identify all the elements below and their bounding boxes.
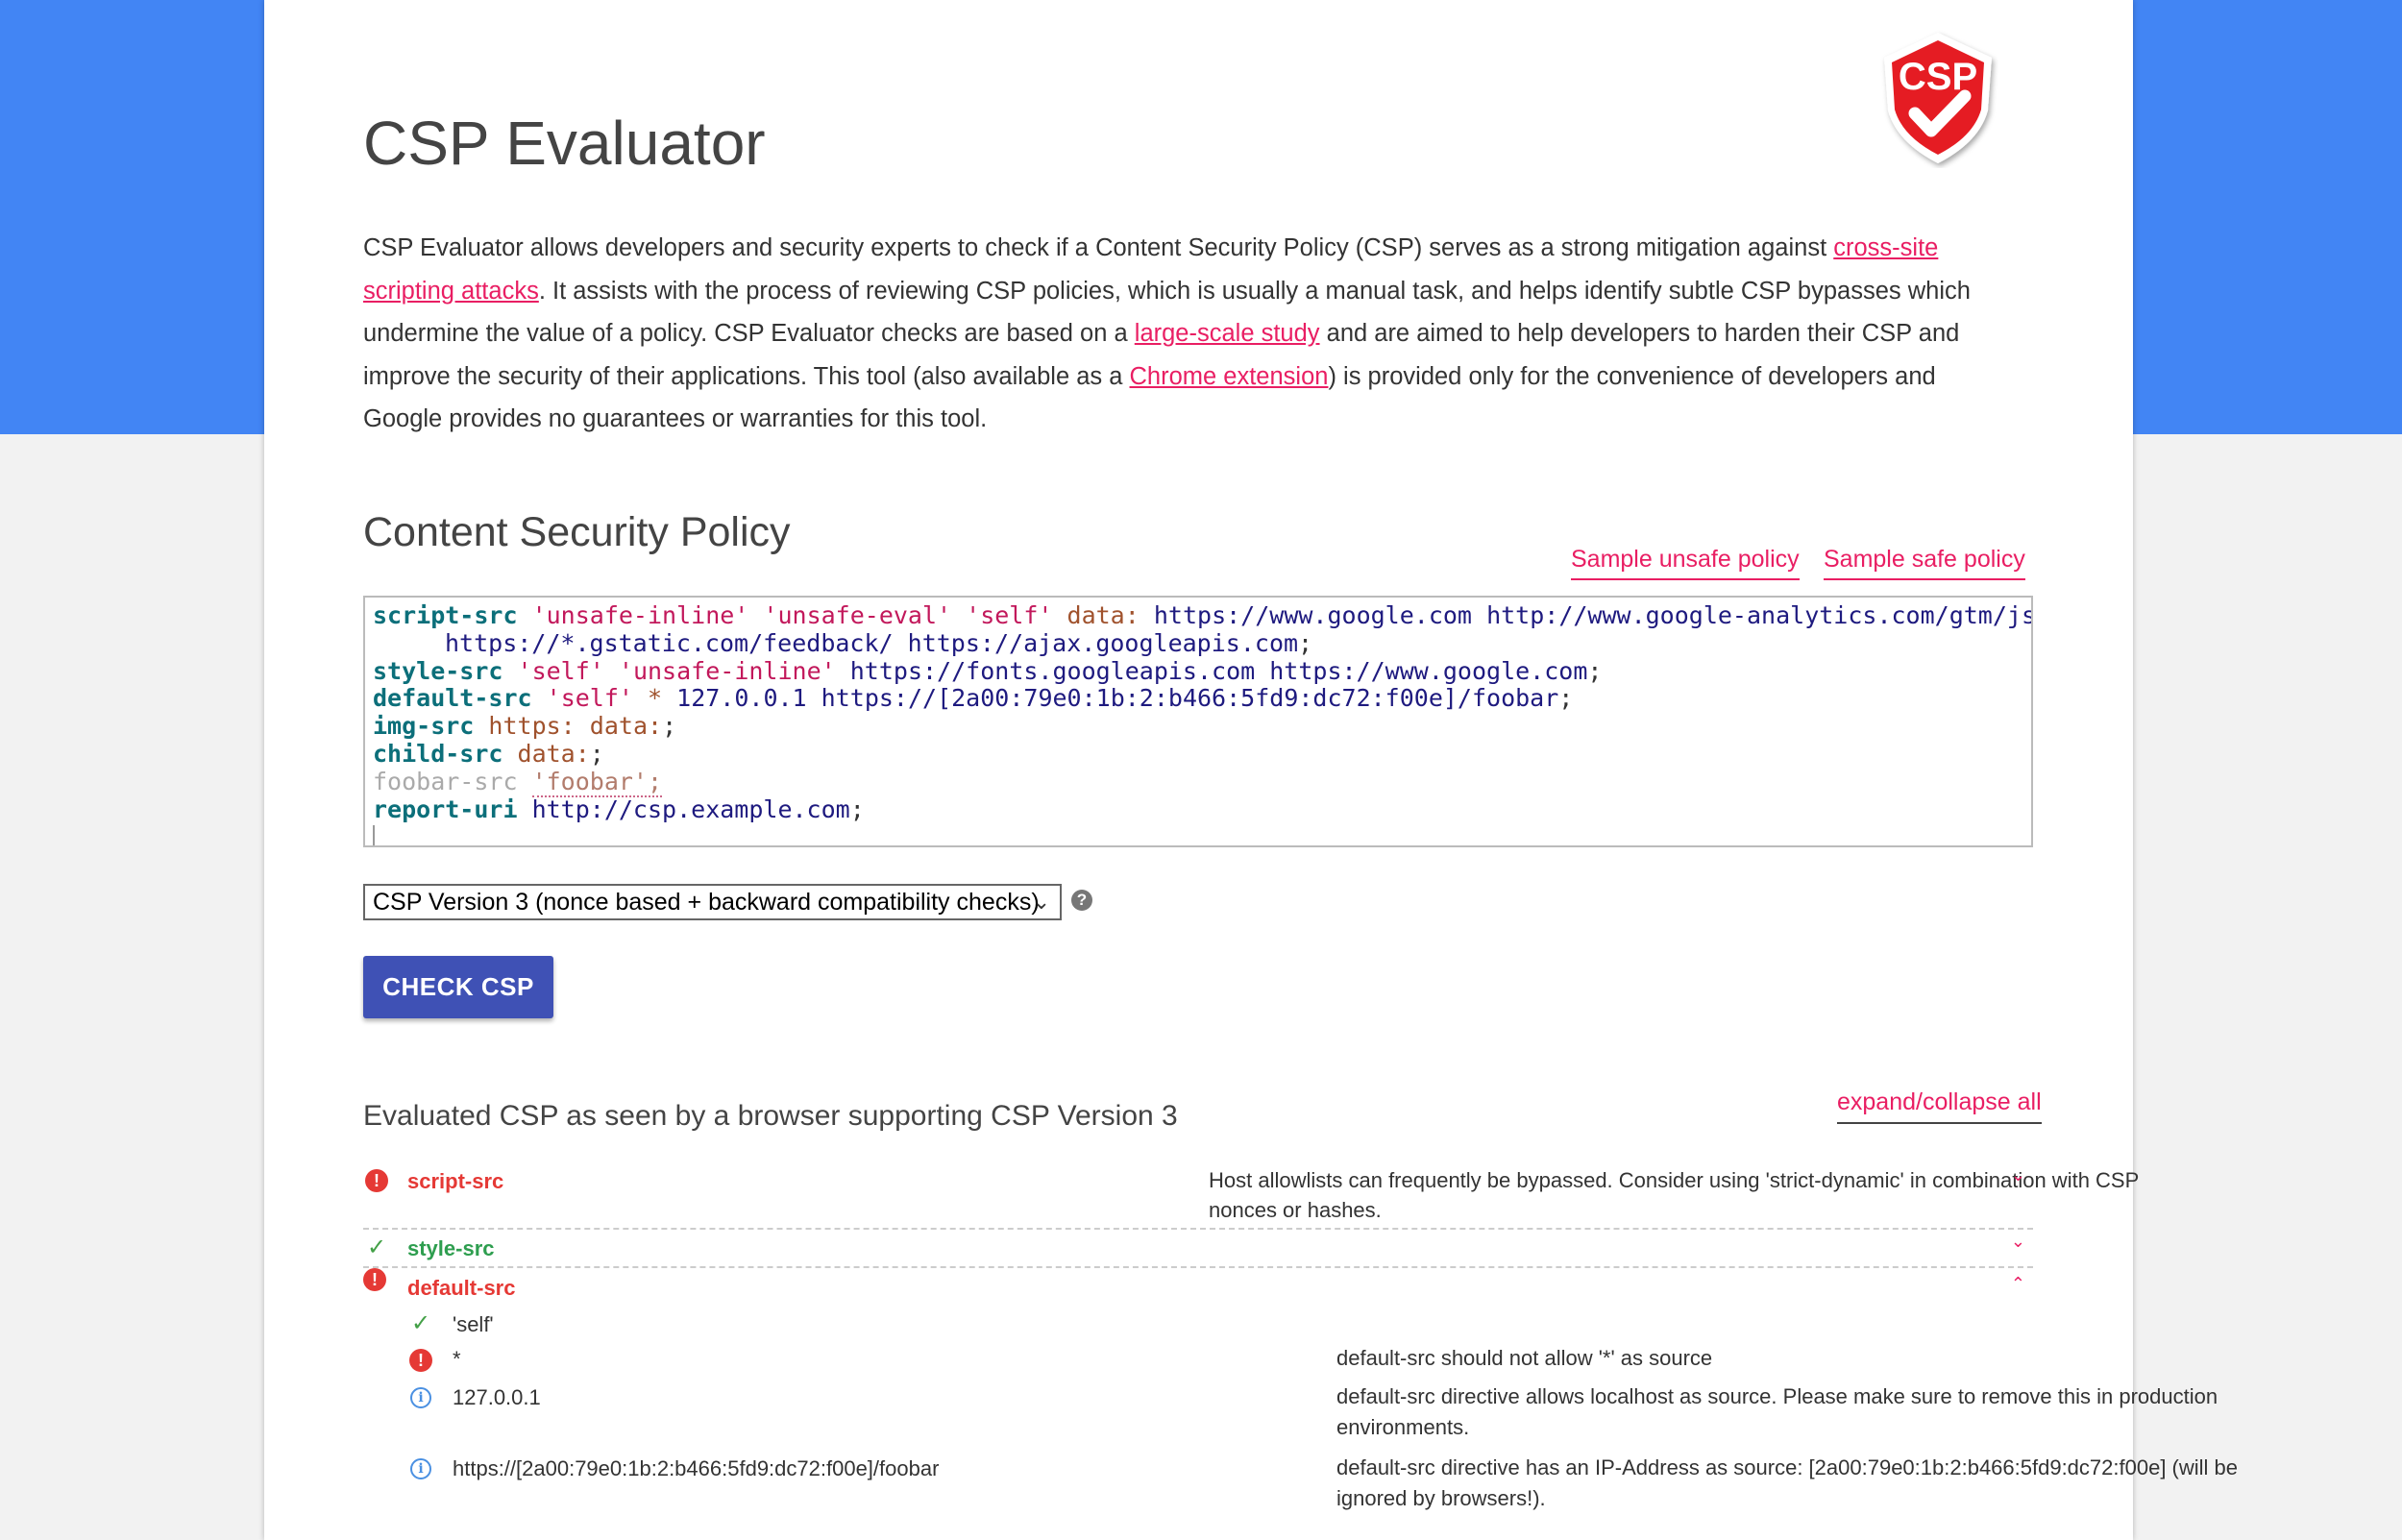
- directive-row-script-src[interactable]: ! script-src Host allowlists can frequen…: [363, 1158, 2139, 1230]
- value-message: default-src directive allows localhost a…: [1336, 1384, 2218, 1439]
- error-icon: !: [365, 1169, 388, 1192]
- text-cursor: [373, 825, 375, 845]
- policy-line: img-src https: data:;: [373, 712, 677, 741]
- page-title: CSP Evaluator: [363, 109, 766, 178]
- csp-policy-editor[interactable]: script-src 'unsafe-inline' 'unsafe-eval'…: [363, 596, 2033, 847]
- chevron-down-icon[interactable]: ⌄: [2011, 1165, 2025, 1186]
- value-row: ! * default-src should not allow '*' as …: [363, 1341, 2033, 1380]
- value-name: 127.0.0.1: [453, 1385, 541, 1409]
- policy-line: report-uri http://csp.example.com;: [373, 794, 865, 823]
- evaluation-title: Evaluated CSP as seen by a browser suppo…: [363, 1100, 1178, 1132]
- sample-safe-policy-link[interactable]: Sample safe policy: [1824, 546, 2025, 580]
- sample-unsafe-policy-link[interactable]: Sample unsafe policy: [1571, 546, 1800, 580]
- value-name: 'self': [453, 1312, 494, 1336]
- directive-row-default-src[interactable]: ! default-src ⌃: [363, 1268, 2033, 1307]
- directive-name: script-src: [407, 1169, 504, 1193]
- expand-collapse-all-link[interactable]: expand/collapse all: [1837, 1088, 2042, 1124]
- value-name: https://[2a00:79e0:1b:2:b466:5fd9:dc72:f…: [453, 1456, 940, 1480]
- evaluation-results: ! script-src Host allowlists can frequen…: [363, 1158, 2238, 1520]
- check-csp-button[interactable]: CHECK CSP: [363, 956, 553, 1018]
- value-message: default-src should not allow '*' as sour…: [1336, 1346, 1713, 1370]
- policy-line: foobar-src 'foobar';: [373, 767, 663, 797]
- chevron-up-icon[interactable]: ⌃: [2011, 1274, 2025, 1294]
- policy-line: https://*.gstatic.com/feedback/ https://…: [445, 628, 1313, 657]
- chrome-extension-link[interactable]: Chrome extension: [1130, 363, 1329, 390]
- policy-line-empty: [373, 823, 2023, 845]
- directive-row-style-src[interactable]: ✓ style-src ⌄: [363, 1230, 2033, 1268]
- csp-version-select[interactable]: CSP Version 3 (nonce based + backward co…: [363, 884, 1062, 920]
- policy-line: child-src data:;: [373, 739, 604, 768]
- policy-section-title: Content Security Policy: [363, 509, 791, 555]
- policy-line: default-src 'self' * 127.0.0.1 https://[…: [373, 684, 1574, 713]
- value-row: i 127.0.0.1 default-src directive allows…: [363, 1380, 2218, 1451]
- csp-version-selected: CSP Version 3 (nonce based + backward co…: [373, 889, 1040, 916]
- intro-text: CSP Evaluator allows developers and secu…: [363, 234, 1971, 432]
- error-icon: !: [363, 1268, 386, 1291]
- info-icon: i: [410, 1387, 431, 1408]
- info-icon: i: [410, 1458, 431, 1479]
- chevron-down-icon[interactable]: ⌄: [2011, 1232, 2025, 1252]
- directive-name: style-src: [407, 1236, 495, 1260]
- main-card: CSP CSP Evaluator CSP Evaluator allows d…: [264, 0, 2238, 1540]
- error-icon: !: [409, 1349, 432, 1372]
- policy-line: style-src 'self' 'unsafe-inline' https:/…: [373, 656, 1603, 685]
- directive-message: Host allowlists can frequently be bypass…: [1209, 1168, 2139, 1222]
- checkmark-icon: ✓: [366, 1234, 387, 1260]
- help-icon[interactable]: ?: [1071, 890, 1092, 911]
- value-message: default-src directive has an IP-Address …: [1336, 1455, 2239, 1510]
- directive-name: default-src: [407, 1276, 516, 1300]
- chevron-down-icon: ⌄: [1032, 890, 1050, 914]
- large-scale-study-link[interactable]: large-scale study: [1135, 320, 1320, 347]
- value-name: *: [453, 1347, 461, 1371]
- value-row: ✓ 'self': [363, 1307, 2033, 1341]
- policy-line: script-src 'unsafe-inline' 'unsafe-eval'…: [373, 601, 2033, 629]
- checkmark-icon: ✓: [410, 1310, 431, 1336]
- value-row: i https://[2a00:79e0:1b:2:b466:5fd9:dc72…: [363, 1451, 2238, 1520]
- csp-shield-logo: CSP: [1884, 33, 1992, 163]
